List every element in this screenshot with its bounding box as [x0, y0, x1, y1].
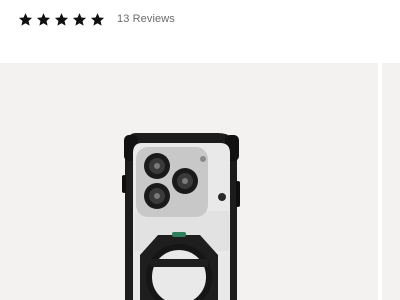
product-page: 13 Reviews [0, 0, 400, 300]
star-icon [54, 12, 69, 27]
phone-case-image [122, 133, 240, 300]
reviews-link[interactable]: 13 Reviews [117, 13, 175, 25]
product-rating[interactable]: 13 Reviews [18, 9, 175, 29]
star-icon [18, 12, 33, 27]
gallery-slide-next[interactable] [382, 63, 400, 300]
product-image-gallery[interactable] [0, 63, 400, 300]
star-icon [72, 12, 87, 27]
star-icon [36, 12, 51, 27]
star-rating [18, 12, 108, 27]
star-icon [90, 12, 105, 27]
gallery-slide-current[interactable] [0, 63, 378, 300]
